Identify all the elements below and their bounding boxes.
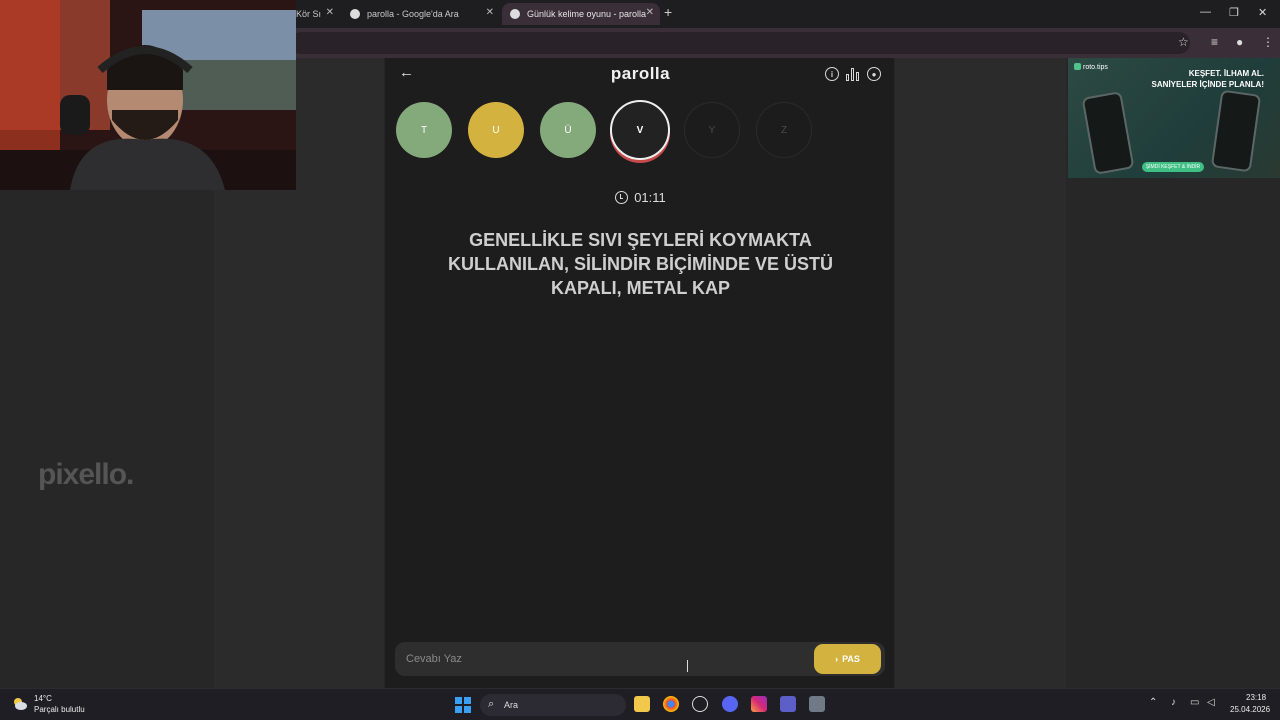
tab-title: Günlük kelime oyunu - parolla — [527, 9, 647, 19]
app-icon[interactable] — [692, 696, 708, 712]
info-icon[interactable]: i — [825, 67, 839, 81]
network-icon[interactable]: ▭ — [1190, 697, 1199, 708]
parolla-favicon-icon — [510, 9, 520, 19]
address-bar[interactable] — [290, 32, 1190, 54]
google-icon — [350, 9, 360, 19]
phone-mockup — [1210, 89, 1262, 173]
windows-start-icon[interactable] — [455, 697, 471, 713]
ad-headline-1: KEŞFET. İLHAM AL. — [1188, 69, 1264, 78]
user-icon[interactable]: ● — [867, 67, 881, 81]
close-icon[interactable]: ✕ — [326, 7, 334, 18]
ad-cta-button[interactable]: ŞİMDİ KEŞFET & İNDİR — [1142, 162, 1204, 172]
search-icon: ⌕ — [488, 698, 495, 710]
close-icon[interactable]: ✕ — [646, 7, 654, 18]
volume-icon[interactable]: ◁ — [1207, 697, 1215, 708]
ad-brand: roto.tips — [1074, 63, 1108, 71]
microphone-icon[interactable]: ♪ — [1171, 697, 1176, 708]
windows-taskbar: 14°C Parçalı bulutlu ⌕ Ara ⌃ ♪ ▭ ◁ 23:18… — [0, 688, 1280, 720]
app-header: ← parolla i ● — [385, 58, 896, 92]
tray-chevron-up-icon[interactable]: ⌃ — [1149, 697, 1157, 708]
letter-U: U — [468, 102, 524, 158]
restore-icon[interactable]: ❐ — [1229, 6, 1239, 19]
letter-Z: Z — [756, 102, 812, 158]
new-tab-button[interactable]: + — [664, 4, 672, 20]
menu-kebab-icon[interactable]: ⋮ — [1262, 35, 1274, 49]
weather-desc[interactable]: Parçalı bulutlu — [34, 705, 85, 714]
letter-wheel: T U Ü V Y Z — [396, 100, 886, 162]
parolla-app: ← parolla i ● T U Ü V Y Z 01:11 GENELLİK… — [384, 58, 895, 688]
question-text: GENELLİKLE SIVI ŞEYLERİ KOYMAKTA KULLANI… — [448, 230, 833, 298]
webcam-image — [0, 0, 296, 190]
phone-mockup — [1081, 91, 1135, 175]
close-icon[interactable]: ✕ — [486, 7, 494, 18]
pixello-watermark: pixello. — [38, 458, 134, 491]
parolla-logo: parolla — [610, 64, 671, 83]
tab-title: Kör Sı — [296, 9, 322, 19]
webcam-overlay — [0, 0, 296, 190]
calculator-icon[interactable] — [809, 696, 825, 712]
ad-brand-label: roto.tips — [1083, 64, 1108, 71]
answer-input[interactable] — [395, 642, 805, 676]
letter-T: T — [396, 102, 452, 158]
window-close-icon[interactable]: ✕ — [1258, 6, 1267, 19]
tab-title: parolla - Google'da Ara — [367, 9, 459, 19]
clock-icon — [615, 191, 629, 204]
minimize-icon[interactable]: — — [1200, 6, 1211, 18]
file-explorer-icon[interactable] — [634, 696, 650, 712]
bookmark-star-icon[interactable]: ☆ — [1178, 35, 1189, 49]
answer-bar: › PAS — [395, 642, 885, 676]
roto-logo-icon — [1074, 63, 1081, 70]
profile-avatar-icon[interactable]: ● — [1236, 35, 1243, 49]
pass-label: PAS — [842, 654, 860, 664]
taskbar-date[interactable]: 25.04.2026 — [1230, 705, 1270, 714]
weather-temp[interactable]: 14°C — [34, 694, 52, 703]
ad-headline: KEŞFET. İLHAM AL. SANİYELER İÇİNDE PLANL… — [1128, 68, 1264, 90]
letter-V-current: V — [610, 100, 670, 160]
taskbar-time[interactable]: 23:18 — [1246, 693, 1266, 702]
discord-icon[interactable] — [722, 696, 738, 712]
timer-value: 01:11 — [634, 190, 666, 205]
search-label: Ara — [504, 700, 519, 710]
ad-headline-2: SANİYELER İÇİNDE PLANLA! — [1151, 80, 1264, 89]
letter-Ü: Ü — [540, 102, 596, 158]
pass-button[interactable]: › PAS — [814, 644, 881, 674]
chevron-right-icon: › — [835, 654, 839, 664]
taskbar-search[interactable]: ⌕ Ara — [480, 694, 626, 716]
weather-cloudy-icon — [14, 698, 27, 710]
stats-icon[interactable] — [846, 68, 860, 81]
tab-2[interactable]: parolla - Google'da Ara ✕ — [342, 3, 500, 25]
text-cursor — [687, 660, 691, 672]
letter-Y: Y — [684, 102, 740, 158]
chrome-icon[interactable] — [663, 696, 679, 712]
instagram-icon[interactable] — [751, 696, 767, 712]
ad-banner[interactable]: roto.tips KEŞFET. İLHAM AL. SANİYELER İÇ… — [1068, 58, 1280, 178]
media-icon[interactable]: ≡ — [1211, 35, 1218, 49]
tab-3[interactable]: Günlük kelime oyunu - parolla ✕ — [502, 3, 660, 25]
teams-icon[interactable] — [780, 696, 796, 712]
timer: 01:11 — [385, 190, 896, 205]
